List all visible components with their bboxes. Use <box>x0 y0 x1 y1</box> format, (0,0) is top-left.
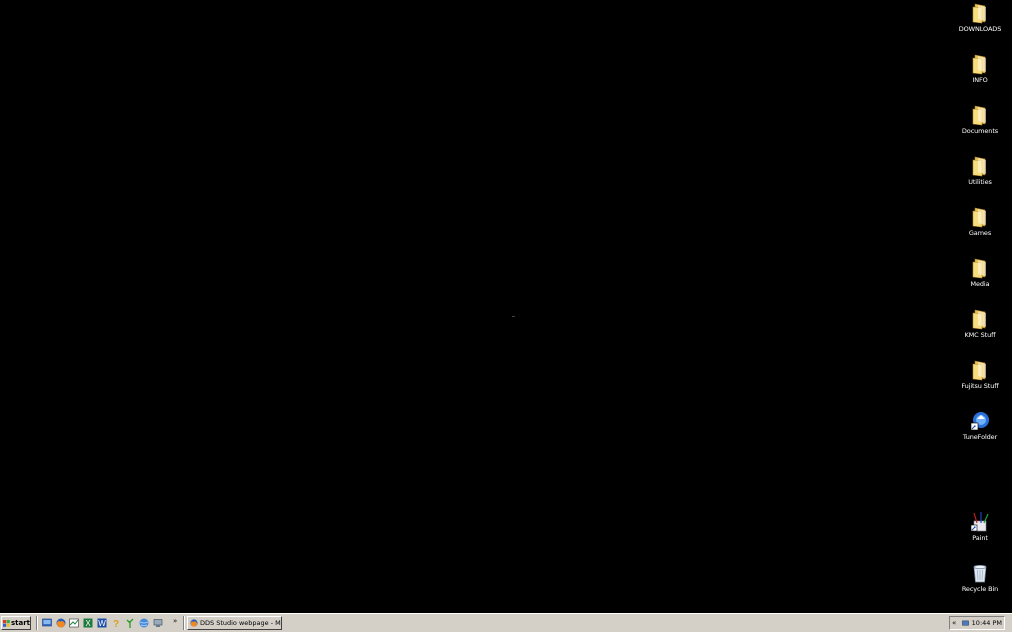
plant-icon[interactable] <box>125 618 135 628</box>
desktop-icon-downloads[interactable]: DOWNLOADS <box>952 2 1008 33</box>
media-icon[interactable] <box>69 618 79 628</box>
desktop-icon-games[interactable]: Games <box>952 206 1008 237</box>
svg-text:W: W <box>98 619 106 628</box>
desktop-icon-paint[interactable]: Paint <box>952 511 1008 542</box>
desktop-icon-label: Utilities <box>968 178 992 186</box>
globe-icon[interactable] <box>139 618 149 628</box>
excel-icon[interactable]: X <box>83 618 93 628</box>
desktop-icon-label: Media <box>970 280 990 288</box>
desktop-icon-fujitsu-stuff[interactable]: Fujitsu Stuff <box>952 359 1008 390</box>
firefox-icon[interactable] <box>56 618 66 628</box>
folder-icon <box>969 206 991 228</box>
folder-icon <box>969 257 991 279</box>
tray-expand-button[interactable]: « <box>952 619 956 627</box>
folder-icon <box>969 53 991 75</box>
taskbar-separator <box>183 616 185 630</box>
folder-icon <box>969 2 991 24</box>
clock[interactable]: 10:44 PM <box>972 619 1002 627</box>
recycle-bin-icon <box>973 565 987 583</box>
computer-icon[interactable] <box>153 618 163 628</box>
taskbar: start X W ? » DDS Studio webpage - M... … <box>0 613 1012 632</box>
folder-icon <box>969 308 991 330</box>
desktop-icon-info[interactable]: INFO <box>952 53 1008 84</box>
show-desktop-icon[interactable] <box>42 618 52 628</box>
taskbar-window-title: DDS Studio webpage - M... <box>200 619 282 627</box>
desktop-icon-documents[interactable]: Documents <box>952 104 1008 135</box>
paint-icon <box>970 512 989 532</box>
desktop-icon-label: INFO <box>972 76 988 84</box>
desktop-icon-label: Games <box>968 229 992 237</box>
taskbar-separator <box>36 616 38 630</box>
folder-icon <box>969 155 991 177</box>
desktop-icon-recycle-bin[interactable]: Recycle Bin <box>952 562 1008 593</box>
desktop-icon-label: KMC Stuff <box>964 331 996 339</box>
start-button[interactable]: start <box>1 616 31 630</box>
taskbar-window-button[interactable]: DDS Studio webpage - M... <box>187 616 282 630</box>
desktop-icon-label: DOWNLOADS <box>958 25 1002 33</box>
desktop-icon-label: Documents <box>961 127 999 135</box>
svg-text:?: ? <box>113 619 119 628</box>
desktop-icon-label: Paint <box>972 534 988 542</box>
folder-icon <box>969 104 991 126</box>
firefox-icon <box>190 619 198 627</box>
system-tray: « 10:44 PM <box>949 616 1005 630</box>
quick-launch-overflow[interactable]: » <box>173 617 177 625</box>
start-label: start <box>10 619 30 627</box>
desktop[interactable]: DOWNLOADS INFO Documents Utilities Games… <box>0 0 1012 613</box>
desktop-icon-tunefolder[interactable]: TuneFolder <box>952 410 1008 441</box>
desktop-icon-label: Fujitsu Stuff <box>961 382 999 390</box>
desktop-icon-kmc-stuff[interactable]: KMC Stuff <box>952 308 1008 339</box>
help-icon[interactable]: ? <box>111 618 121 628</box>
desktop-icon-label: TuneFolder <box>962 433 998 441</box>
tune-app-icon <box>970 412 989 431</box>
word-icon[interactable]: W <box>97 618 107 628</box>
network-icon[interactable] <box>961 620 969 627</box>
svg-text:X: X <box>85 619 91 628</box>
windows-logo-icon <box>3 619 10 627</box>
cursor-dot <box>512 316 515 317</box>
folder-icon <box>969 359 991 381</box>
desktop-icon-media[interactable]: Media <box>952 257 1008 288</box>
desktop-icon-label: Recycle Bin <box>961 585 999 593</box>
desktop-icon-utilities[interactable]: Utilities <box>952 155 1008 186</box>
